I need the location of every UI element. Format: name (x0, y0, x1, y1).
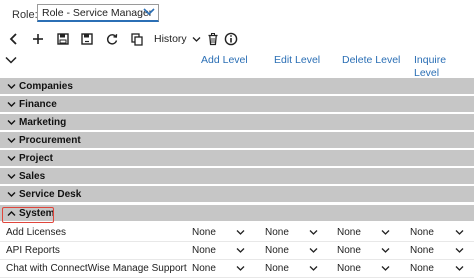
group-label: Finance (19, 99, 57, 110)
chevron-down-icon[interactable] (236, 265, 245, 272)
history-dropdown[interactable]: History (154, 33, 187, 46)
inquire-level-select[interactable]: None (410, 227, 434, 239)
inquire-level-header[interactable]: Inquire Level (414, 54, 474, 80)
permission-label: Chat with ConnectWise Manage Support (6, 263, 187, 274)
edit-level-header[interactable]: Edit Level (274, 54, 320, 67)
group-label: Companies (19, 81, 73, 92)
delete-level-select[interactable]: None (337, 245, 361, 257)
edit-level-select[interactable]: None (265, 227, 289, 239)
save-icon[interactable] (56, 32, 70, 46)
permission-label: Add Licenses (6, 227, 67, 238)
group-label: Marketing (19, 117, 67, 128)
group-label: Sales (19, 171, 46, 182)
add-level-select[interactable]: None (192, 263, 216, 275)
save-as-icon[interactable] (80, 32, 94, 46)
chevron-down-icon[interactable] (192, 36, 201, 43)
chevron-down-icon (7, 192, 16, 197)
chevron-down-icon[interactable] (309, 265, 318, 272)
add-level-header[interactable]: Add Level (201, 54, 248, 67)
group-system[interactable]: System (0, 205, 474, 222)
group-label: Project (19, 153, 53, 164)
chevron-down-icon[interactable] (236, 247, 245, 254)
group-companies[interactable]: Companies (0, 78, 474, 95)
chevron-down-icon[interactable] (309, 247, 318, 254)
group-procurement[interactable]: Procurement (0, 132, 474, 149)
inquire-level-select[interactable]: None (410, 263, 434, 275)
chevron-down-icon (7, 120, 16, 125)
chevron-down-icon[interactable] (455, 265, 464, 272)
chevron-down-icon (7, 174, 16, 179)
refresh-icon[interactable] (105, 32, 119, 46)
chevron-down-icon[interactable] (381, 265, 390, 272)
table-row: API Reports None None None None (0, 242, 474, 260)
edit-level-select[interactable]: None (265, 263, 289, 275)
role-select[interactable]: Role - Service Manager (37, 4, 159, 22)
group-label: Service Desk (19, 189, 82, 200)
delete-level-select[interactable]: None (337, 263, 361, 275)
highlight-box (2, 207, 54, 223)
table-row: Chat with ConnectWise Manage Support Non… (0, 260, 474, 278)
role-label: Role: (12, 9, 38, 21)
delete-level-header[interactable]: Delete Level (342, 54, 400, 67)
add-level-select[interactable]: None (192, 227, 216, 239)
group-marketing[interactable]: Marketing (0, 114, 474, 131)
group-finance[interactable]: Finance (0, 96, 474, 113)
permission-label: API Reports (6, 245, 60, 256)
edit-level-select[interactable]: None (265, 245, 289, 257)
chevron-down-icon (7, 102, 16, 107)
chevron-down-icon[interactable] (143, 7, 155, 17)
chevron-down-icon (7, 84, 16, 89)
group-label: Procurement (19, 135, 81, 146)
chevron-down-icon[interactable] (455, 247, 464, 254)
group-project[interactable]: Project (0, 150, 474, 167)
chevron-down-icon[interactable] (381, 247, 390, 254)
table-row: Add Licenses None None None None (0, 224, 474, 242)
copy-icon[interactable] (130, 32, 144, 46)
collapse-all-icon[interactable] (5, 56, 17, 65)
group-service-desk[interactable]: Service Desk (0, 186, 474, 203)
delete-icon[interactable] (206, 32, 220, 46)
delete-level-select[interactable]: None (337, 227, 361, 239)
back-icon[interactable] (7, 32, 21, 46)
chevron-down-icon (7, 156, 16, 161)
add-icon[interactable] (31, 32, 45, 46)
group-sales[interactable]: Sales (0, 168, 474, 185)
chevron-down-icon[interactable] (455, 229, 464, 236)
inquire-level-select[interactable]: None (410, 245, 434, 257)
chevron-down-icon[interactable] (309, 229, 318, 236)
chevron-down-icon[interactable] (381, 229, 390, 236)
info-icon[interactable] (224, 32, 238, 46)
add-level-select[interactable]: None (192, 245, 216, 257)
chevron-down-icon (7, 138, 16, 143)
chevron-down-icon[interactable] (236, 229, 245, 236)
